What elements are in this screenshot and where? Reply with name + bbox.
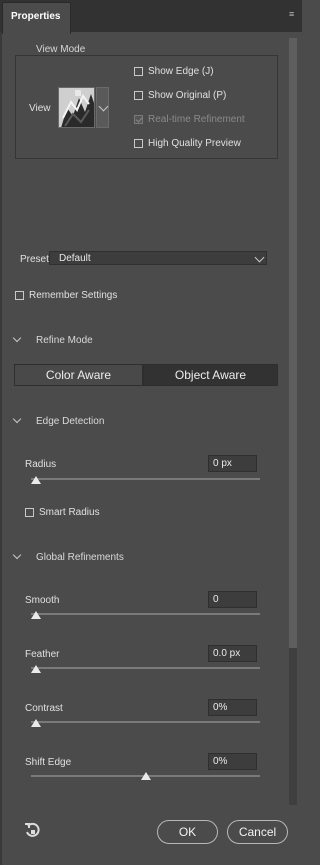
radius-field[interactable]: 0 px xyxy=(208,455,257,472)
radius-slider-track[interactable] xyxy=(31,478,260,480)
show-edge-label: Show Edge (J) xyxy=(148,66,214,77)
edge-detection-collapse-icon[interactable] xyxy=(12,414,22,424)
tab-title: Properties xyxy=(11,11,61,22)
view-label: View xyxy=(29,103,51,114)
radius-label: Radius xyxy=(25,459,57,470)
feather-slider-track[interactable] xyxy=(31,667,260,669)
object-aware-button[interactable]: Object Aware xyxy=(143,364,278,386)
remember-settings-label: Remember Settings xyxy=(29,290,118,301)
panel-menu-icon[interactable]: ≡ xyxy=(289,9,294,19)
smooth-slider-track[interactable] xyxy=(31,613,260,615)
chevron-down-icon xyxy=(98,101,109,112)
show-edge-checkbox[interactable] xyxy=(134,67,143,76)
show-original-label: Show Original (P) xyxy=(148,90,227,101)
color-aware-button[interactable]: Color Aware xyxy=(14,364,143,386)
edge-detection-title: Edge Detection xyxy=(36,416,105,427)
remember-settings-checkbox[interactable] xyxy=(15,291,24,300)
high-quality-preview-label: High Quality Preview xyxy=(148,138,241,149)
view-thumbnail[interactable] xyxy=(58,87,95,128)
panel-edge xyxy=(0,32,2,865)
shift-edge-label: Shift Edge xyxy=(25,757,72,768)
view-mode-title: View Mode xyxy=(31,44,91,55)
contrast-slider-track[interactable] xyxy=(31,721,260,723)
chevron-down-icon xyxy=(254,252,265,263)
global-refinements-collapse-icon[interactable] xyxy=(12,550,22,560)
scrollbar-thumb[interactable] xyxy=(289,38,297,648)
view-dropdown-button[interactable] xyxy=(96,87,109,128)
smooth-slider-handle[interactable] xyxy=(31,611,41,619)
smooth-label: Smooth xyxy=(25,595,60,606)
radius-slider-handle[interactable] xyxy=(31,476,41,484)
contrast-slider-handle[interactable] xyxy=(31,719,41,727)
global-refinements-title: Global Refinements xyxy=(36,552,124,563)
ok-button[interactable]: OK xyxy=(157,820,218,844)
high-quality-preview-checkbox[interactable] xyxy=(134,139,143,148)
refine-mode-title: Refine Mode xyxy=(36,335,93,346)
smart-radius-checkbox[interactable] xyxy=(25,508,34,517)
shift-edge-field[interactable]: 0% xyxy=(208,753,257,770)
feather-label: Feather xyxy=(25,649,60,660)
realtime-refinement-label: Real-time Refinement xyxy=(148,114,245,125)
contrast-label: Contrast xyxy=(25,703,63,714)
show-original-checkbox[interactable] xyxy=(134,91,143,100)
realtime-refinement-checkbox xyxy=(134,115,143,124)
cancel-button[interactable]: Cancel xyxy=(227,820,288,844)
preset-value: Default xyxy=(59,253,91,264)
feather-field[interactable]: 0.0 px xyxy=(208,645,257,662)
reset-icon[interactable] xyxy=(24,822,42,843)
contrast-field[interactable]: 0% xyxy=(208,699,257,716)
smooth-field[interactable]: 0 xyxy=(208,591,257,608)
view-preview-image xyxy=(59,88,94,127)
feather-slider-handle[interactable] xyxy=(31,665,41,673)
shift-edge-slider-handle[interactable] xyxy=(140,772,151,780)
preset-label: Preset xyxy=(20,254,49,265)
smart-radius-label: Smart Radius xyxy=(39,507,100,518)
refine-mode-collapse-icon[interactable] xyxy=(12,333,22,343)
